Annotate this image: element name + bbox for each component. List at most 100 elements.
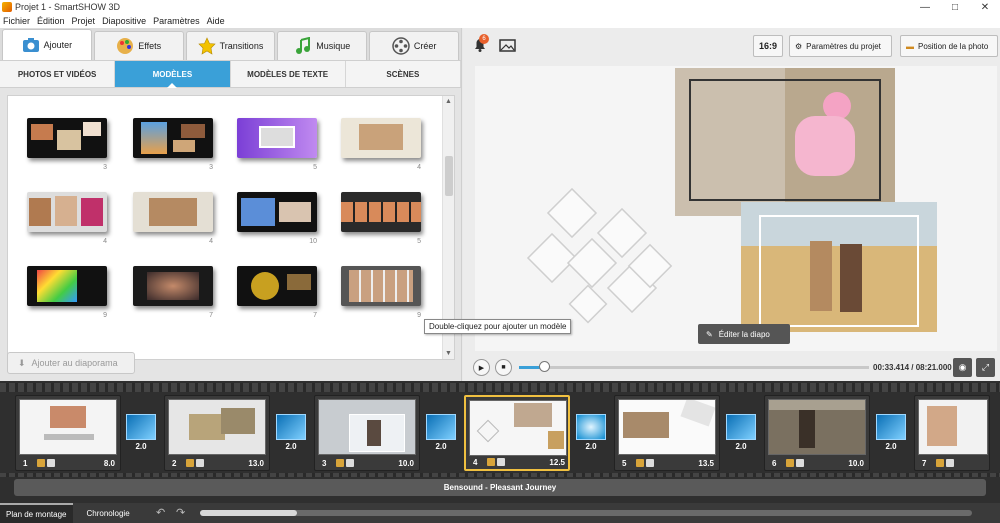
tab-creer[interactable]: Créer (369, 31, 459, 60)
template-tile[interactable]: 9 (341, 266, 423, 319)
template-tile[interactable]: 7 (237, 266, 319, 319)
template-tile[interactable]: 3 (133, 118, 215, 171)
maximize-button[interactable]: □ (940, 0, 970, 14)
menu-bar: Fichier Édition Projet Diapositive Param… (0, 14, 1000, 28)
slide-image (168, 399, 266, 455)
subtab-scenes[interactable]: SCÈNES (346, 61, 461, 87)
edit-slide-button[interactable]: ✎ Éditer la diapo (698, 324, 790, 344)
template-tile[interactable]: 4 (133, 192, 215, 245)
scrollbar-thumb[interactable] (445, 156, 453, 196)
subtab-photos-videos[interactable]: PHOTOS ET VIDÉOS (0, 61, 116, 87)
edit-icon[interactable] (37, 459, 45, 467)
menu-fichier[interactable]: Fichier (3, 16, 30, 26)
scroll-up-icon[interactable]: ▲ (445, 98, 452, 105)
template-tile[interactable]: 5 (237, 118, 319, 171)
slide-thumbnail[interactable]: 7 (914, 395, 990, 471)
seek-track[interactable] (519, 366, 869, 369)
menu-parametres[interactable]: Paramètres (153, 16, 200, 26)
menu-diapositive[interactable]: Diapositive (102, 16, 146, 26)
template-tile[interactable]: 7 (133, 266, 215, 319)
tab-chronologie[interactable]: Chronologie (81, 503, 136, 523)
tab-musique[interactable]: Musique (277, 31, 368, 60)
tab-label: Créer (413, 41, 437, 51)
tab-plan-de-montage[interactable]: Plan de montage (0, 503, 73, 523)
slide-thumbnail[interactable]: 5 13.5 (614, 395, 720, 471)
menu-edition[interactable]: Édition (37, 16, 65, 26)
subtab-modeles[interactable]: MODÈLES (115, 61, 231, 88)
edit-icon[interactable] (186, 459, 194, 467)
transition-duration: 2.0 (735, 442, 747, 451)
transition-thumbnail (576, 414, 606, 440)
edit-icon[interactable] (336, 459, 344, 467)
tab-transitions[interactable]: Transitions (185, 31, 276, 60)
template-tile[interactable]: 4 (341, 118, 423, 171)
photo-position-button[interactable]: ▬ Position de la photo (900, 35, 998, 57)
sound-icon[interactable] (646, 459, 654, 467)
sound-icon[interactable] (497, 458, 505, 466)
palette-icon (116, 37, 134, 55)
tab-ajouter[interactable]: Ajouter (2, 29, 92, 60)
preview-toolbar: 6 16:9 ⚙ Paramètres du projet ▬ Position… (463, 28, 1000, 62)
template-tile[interactable]: 3 (27, 118, 109, 171)
close-button[interactable]: ✕ (970, 0, 1000, 14)
menu-projet[interactable]: Projet (72, 16, 96, 26)
tooltip: Double-cliquez pour ajouter un modèle (424, 319, 572, 334)
tab-effets[interactable]: Effets (93, 31, 184, 60)
sound-icon[interactable] (346, 459, 354, 467)
slide-preview[interactable]: ✎ Éditer la diapo (475, 66, 997, 351)
project-settings-button[interactable]: ⚙ Paramètres du projet (789, 35, 892, 57)
scrollbar-thumb[interactable] (200, 510, 297, 516)
fullscreen-icon[interactable]: ⤢ (976, 358, 995, 377)
usage-count: 9 (417, 312, 421, 319)
add-photo-icon (22, 36, 40, 54)
template-thumbnail (237, 192, 317, 232)
template-tile[interactable]: 10 (237, 192, 319, 245)
music-track[interactable]: Bensound - Pleasant Journey (14, 479, 986, 496)
minimize-button[interactable]: — (910, 0, 940, 14)
template-tile[interactable]: 5 (341, 192, 423, 245)
redo-icon[interactable]: ↷ (176, 506, 185, 519)
transition-block[interactable]: 2.0 (124, 414, 158, 458)
photo-icon[interactable] (499, 37, 517, 53)
main-tabs: Ajouter Effets Transitions Musique Créer (0, 28, 461, 60)
undo-icon[interactable]: ↶ (156, 506, 165, 519)
usage-count: 5 (313, 164, 317, 171)
add-to-slideshow-button[interactable]: ⬇ Ajouter au diaporama (7, 352, 135, 374)
camera-icon[interactable]: ◉ (953, 358, 972, 377)
gear-icon: ⚙ (795, 41, 803, 51)
transition-block[interactable]: 2.0 (274, 414, 308, 458)
sound-icon[interactable] (47, 459, 55, 467)
edit-icon[interactable] (487, 458, 495, 466)
edit-icon[interactable] (936, 459, 944, 467)
play-button[interactable]: ▶ (473, 359, 490, 376)
template-tile[interactable]: 4 (27, 192, 109, 245)
slide-image (618, 399, 716, 455)
usage-count: 9 (103, 312, 107, 319)
slide-thumbnail[interactable]: 3 10.0 (314, 395, 420, 471)
slide-image (469, 400, 567, 456)
slide-thumbnail[interactable]: 6 10.0 (764, 395, 870, 471)
sound-icon[interactable] (796, 459, 804, 467)
edit-icon[interactable] (786, 459, 794, 467)
template-thumbnail (341, 192, 421, 232)
menu-aide[interactable]: Aide (207, 16, 225, 26)
slide-thumbnail[interactable]: 2 13.0 (164, 395, 270, 471)
sound-icon[interactable] (946, 459, 954, 467)
aspect-ratio-button[interactable]: 16:9 (753, 35, 784, 57)
timeline-scrollbar[interactable] (200, 510, 972, 516)
seek-knob[interactable] (538, 361, 550, 372)
subtab-modeles-texte[interactable]: MODÈLES DE TEXTE (231, 61, 346, 87)
transition-block[interactable]: 2.0 (874, 414, 908, 458)
sub-tabs: PHOTOS ET VIDÉOS MODÈLES MODÈLES DE TEXT… (0, 60, 461, 88)
stop-button[interactable]: ■ (495, 359, 512, 376)
slide-thumbnail[interactable]: 1 8.0 (15, 395, 121, 471)
edit-icon[interactable] (636, 459, 644, 467)
transition-duration: 2.0 (135, 442, 147, 451)
sound-icon[interactable] (196, 459, 204, 467)
scroll-down-icon[interactable]: ▼ (445, 350, 452, 357)
transition-block[interactable]: 2.0 (724, 414, 758, 458)
transition-block[interactable]: 2.0 (574, 414, 608, 458)
slide-thumbnail-selected[interactable]: 4 12.5 (464, 395, 570, 471)
transition-block[interactable]: 2.0 (424, 414, 458, 458)
template-tile[interactable]: 9 (27, 266, 109, 319)
